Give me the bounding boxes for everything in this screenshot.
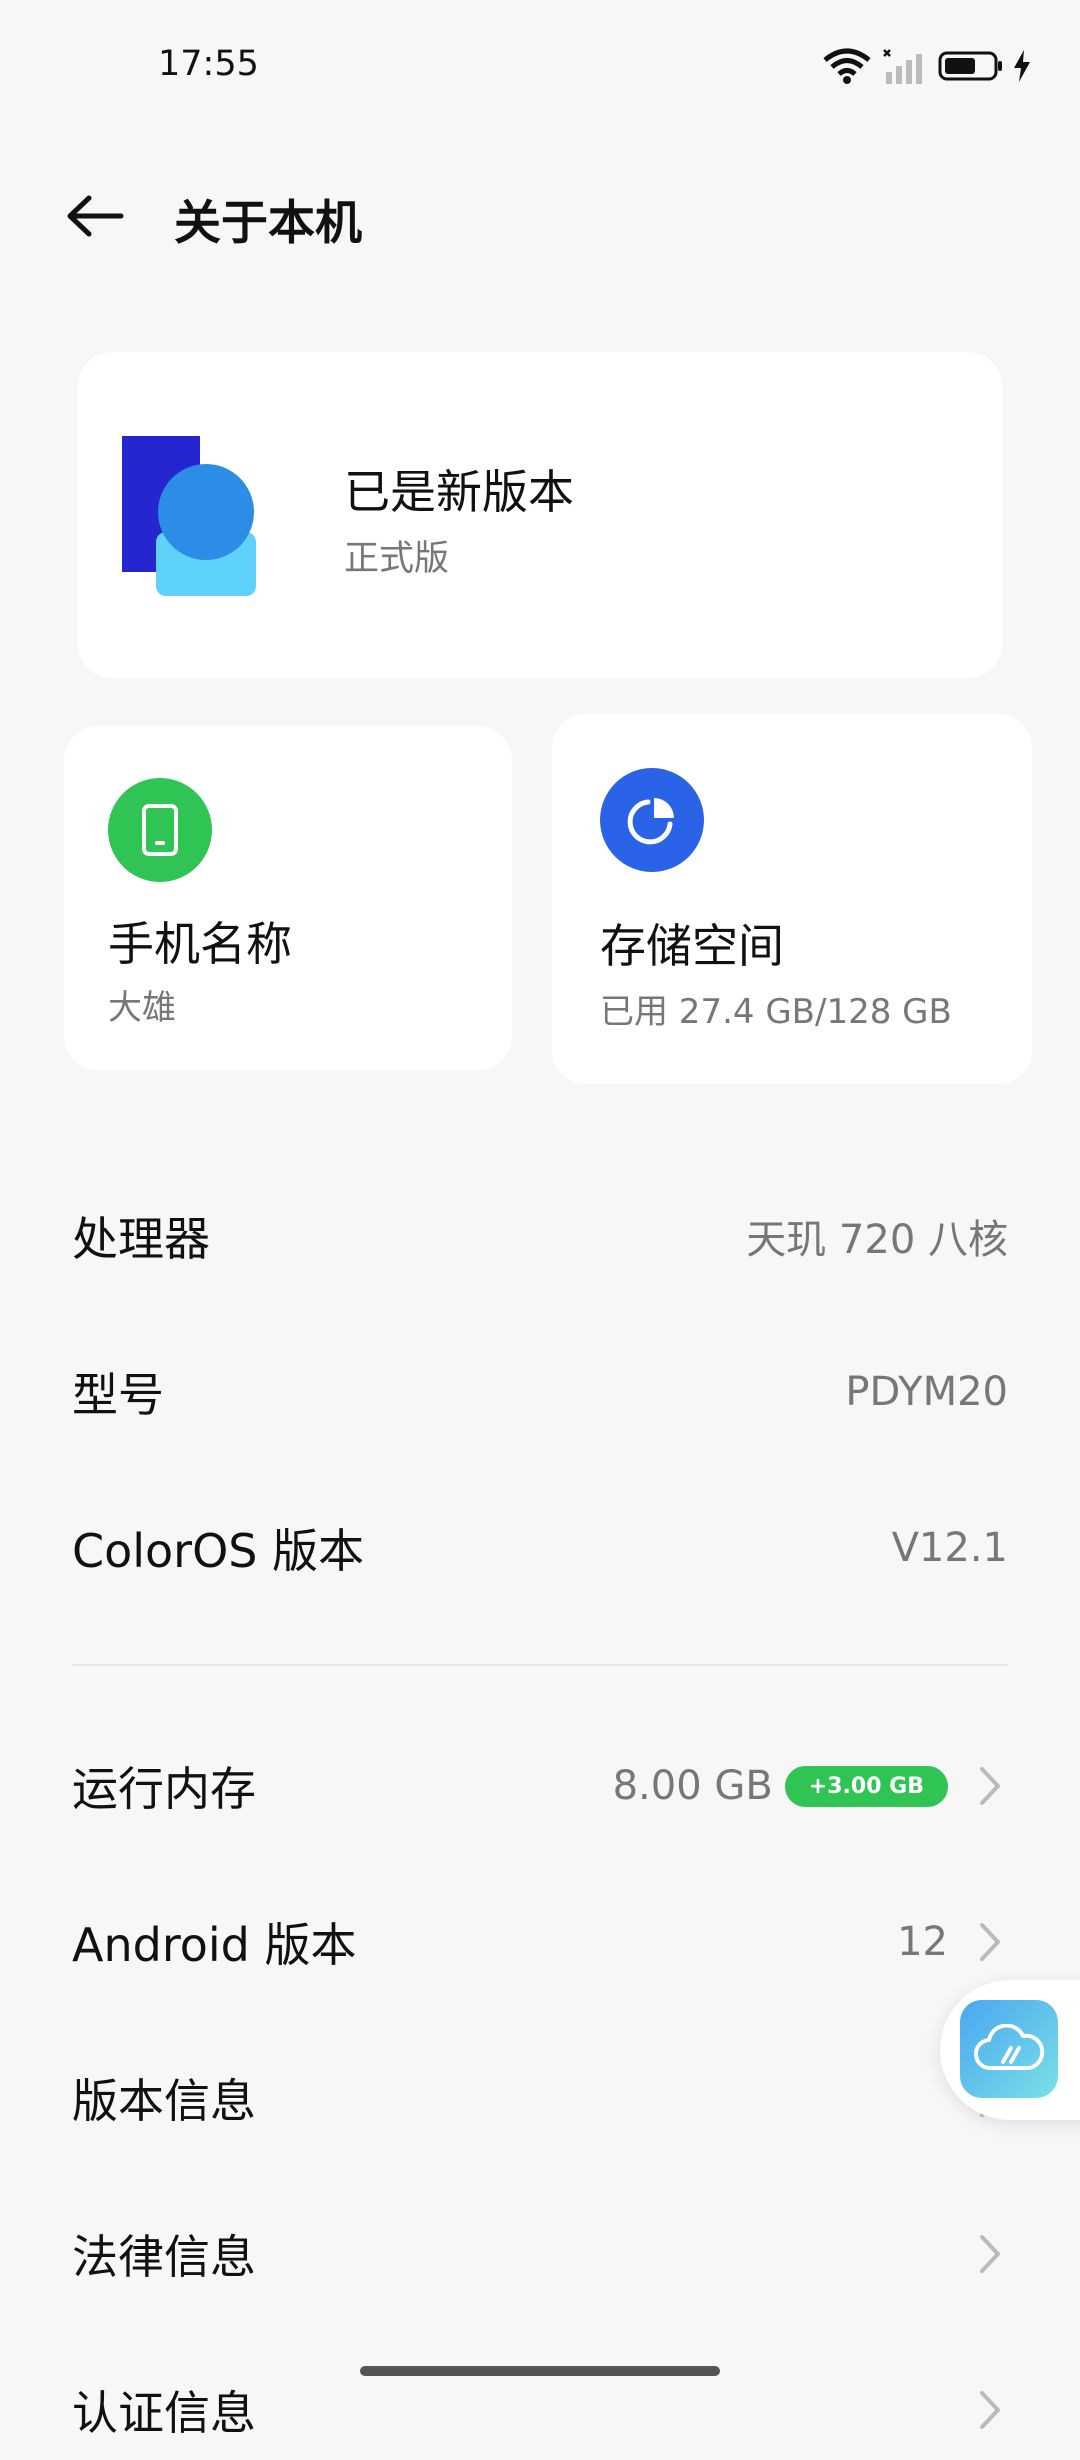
status-bar: 17:55 [0, 0, 1080, 130]
row-label: 认证信息 [72, 2386, 256, 2440]
row-label: 运行内存 [72, 1762, 256, 1816]
cloud-icon [973, 2024, 1045, 2071]
row-value: 8.00 GB [612, 1763, 773, 1809]
row-value: 天玑 720 八核 [746, 1217, 1008, 1263]
row-label: 法律信息 [72, 2230, 256, 2284]
storage-card[interactable]: 存储空间 已用 27.4 GB/128 GB [552, 714, 1032, 1084]
coloros-version-row: ColorOS 版本 V12.1 [72, 1498, 1008, 1598]
home-indicator[interactable] [360, 2366, 720, 2376]
chevron-right-icon [978, 2387, 1008, 2433]
row-label: 型号 [72, 1368, 164, 1422]
row-label: ColorOS 版本 [72, 1524, 365, 1578]
floating-cloud-button[interactable] [940, 1980, 1080, 2120]
phone-name-card[interactable]: 手机名称 大雄 [64, 726, 512, 1070]
update-status-title: 已是新版本 [344, 465, 574, 519]
legal-info-row[interactable]: 法律信息 [72, 2204, 1008, 2304]
phone-icon [142, 804, 178, 856]
chevron-right-icon [978, 1763, 1008, 1809]
cloud-icon-tile [960, 2000, 1058, 2098]
phone-name-title: 手机名称 [108, 917, 292, 971]
ram-expansion-badge: +3.00 GB [784, 1765, 948, 1807]
back-arrow-icon [67, 195, 124, 237]
android-version-row[interactable]: Android 版本 12 [72, 1892, 1008, 1992]
storage-icon-circle [600, 768, 704, 872]
app-bar: 关于本机 [0, 160, 1080, 270]
row-label: 版本信息 [72, 2074, 256, 2128]
version-info-row[interactable]: 版本信息 [72, 2048, 1008, 2148]
battery-icon [938, 51, 1002, 81]
model-row: 型号 PDYM20 [72, 1342, 1008, 1442]
page-title: 关于本机 [174, 196, 362, 251]
row-value: V12.1 [891, 1525, 1008, 1571]
chevron-right-icon [978, 2231, 1008, 2277]
divider [72, 1664, 1008, 1666]
pie-chart-icon [627, 798, 674, 845]
update-status-subtitle: 正式版 [344, 539, 450, 579]
storage-value: 已用 27.4 GB/128 GB [600, 992, 952, 1032]
update-card[interactable]: 已是新版本 正式版 [78, 352, 1002, 678]
status-time: 17:55 [158, 44, 259, 84]
row-value: PDYM20 [845, 1369, 1008, 1415]
phone-icon-circle [108, 778, 212, 882]
chevron-right-icon [978, 1919, 1008, 1965]
status-icons [822, 48, 1032, 84]
row-value: 12 [897, 1919, 948, 1965]
row-label: 处理器 [72, 1212, 210, 1266]
ram-row[interactable]: 运行内存 8.00 GB +3.00 GB [72, 1736, 1008, 1836]
row-label: Android 版本 [72, 1918, 357, 1972]
processor-row: 处理器 天玑 720 八核 [72, 1186, 1008, 1286]
storage-title: 存储空间 [600, 919, 784, 973]
signal-icon [883, 49, 922, 84]
phone-name-value: 大雄 [108, 988, 176, 1028]
wifi-icon [823, 48, 871, 84]
back-button[interactable] [60, 188, 130, 244]
charging-icon [1014, 50, 1030, 82]
coloros-logo [122, 436, 256, 596]
